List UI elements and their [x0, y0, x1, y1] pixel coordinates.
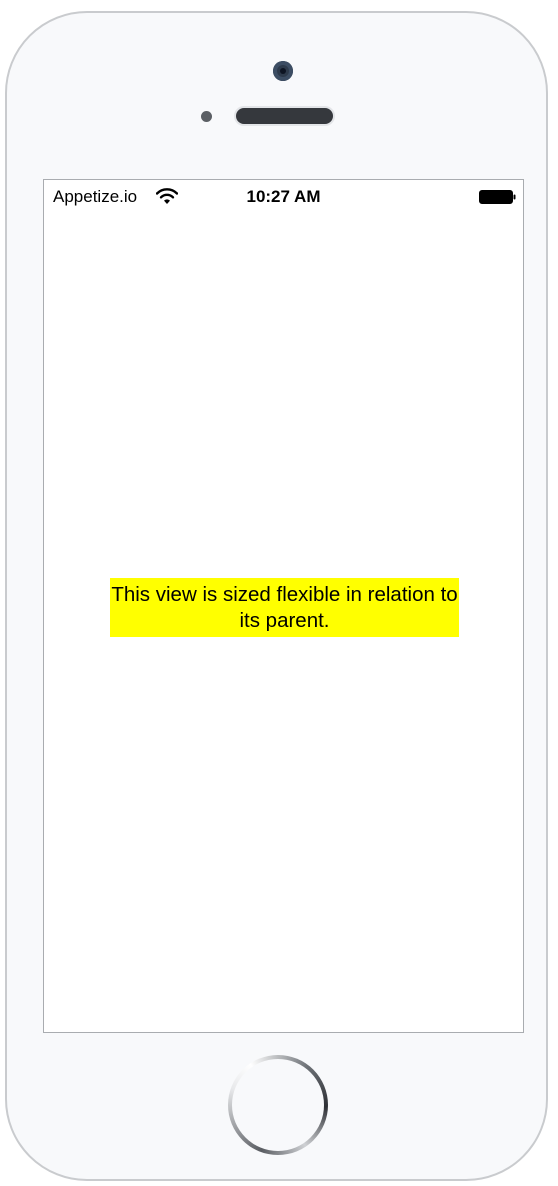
device-frame: Appetize.io 10:27 AM This view is sized … [5, 11, 548, 1181]
earpiece-speaker [236, 108, 333, 124]
app-screen: Appetize.io 10:27 AM This view is sized … [43, 179, 524, 1033]
flexible-sized-label: This view is sized flexible in relation … [110, 578, 459, 637]
status-time: 10:27 AM [246, 187, 321, 206]
proximity-sensor [201, 111, 212, 122]
battery-full-icon [479, 190, 516, 204]
home-button[interactable] [228, 1055, 328, 1155]
status-bar: Appetize.io 10:27 AM [44, 180, 523, 212]
front-camera [273, 61, 293, 81]
